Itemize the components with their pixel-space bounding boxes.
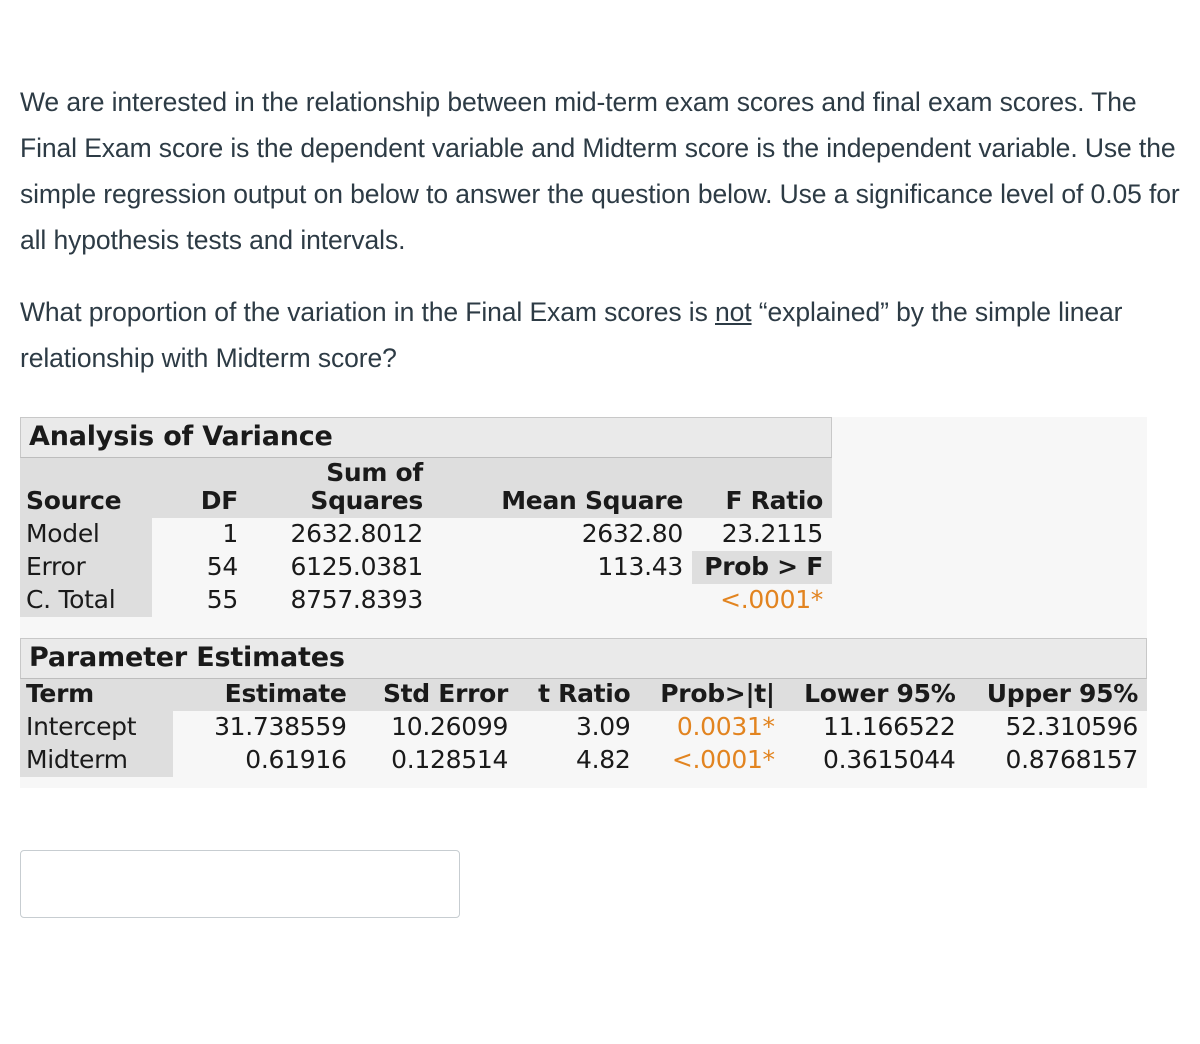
anova-row-0-source: Model (20, 518, 152, 552)
intro-paragraph: We are interested in the relationship be… (20, 86, 1180, 255)
pe-row-1-prob-t: <.0001* (671, 745, 775, 775)
question-paragraph: What proportion of the variation in the … (20, 289, 1180, 381)
answer-input[interactable] (20, 850, 460, 919)
pe-header-term: Term (20, 679, 174, 712)
pe-row-1-t-ratio: 4.82 (575, 745, 631, 775)
pe-row-1-std-error: 0.128514 (391, 745, 509, 775)
pe-row-1-term: Midterm (20, 744, 174, 778)
pe-row-0-prob-t: 0.0031* (676, 712, 775, 742)
anova-title: Analysis of Variance (20, 417, 832, 459)
anova-row-1-mean-square: 113.43 (597, 552, 683, 582)
question-text-before: What proportion of the variation in the … (20, 297, 715, 327)
anova-row-2-mean-square (432, 584, 692, 617)
pe-row-0-estimate: 31.738559 (214, 712, 347, 742)
pe-row-0-std-error: 10.26099 (391, 712, 509, 742)
pe-row-1-lower-95: 0.3615044 (823, 745, 956, 775)
anova-row-2-df: 55 (206, 585, 239, 615)
table-row: Intercept 31.738559 10.26099 3.09 0.0031… (20, 711, 1147, 745)
pe-table-spacer (20, 777, 1147, 788)
table-row: Model 1 2632.8012 2632.80 23.2115 (20, 518, 832, 552)
anova-row-2-source: C. Total (20, 584, 152, 618)
pe-row-1-upper-95: 0.8768157 (1005, 745, 1139, 775)
pe-row-0-t-ratio: 3.09 (575, 712, 631, 742)
table-row: Error 54 6125.0381 113.43 Prob > F (20, 551, 832, 585)
parameter-estimates-title: Parameter Estimates (20, 638, 1147, 680)
anova-prob-f-value: <.0001* (720, 585, 823, 615)
anova-row-1-source: Error (20, 551, 152, 585)
parameter-estimates-header-row: Term Estimate Std Error t Ratio Prob>|t|… (20, 679, 1147, 712)
anova-row-1-sum-of-squares: 6125.0381 (290, 552, 424, 582)
anova-table-spacer (20, 617, 832, 628)
anova-header-source: Source (20, 458, 152, 519)
anova-row-0-mean-square: 2632.80 (581, 519, 684, 549)
pe-header-upper-95: Upper 95% (964, 679, 1147, 712)
pe-header-t-ratio: t Ratio (517, 679, 640, 712)
table-row: Midterm 0.61916 0.128514 4.82 <.0001* 0.… (20, 744, 1147, 778)
table-row: C. Total 55 8757.8393 <.0001* (20, 584, 832, 618)
anova-header-row: Source DF Sum of Squares Mean Square F R… (20, 458, 832, 519)
anova-row-2-sum-of-squares: 8757.8393 (290, 585, 424, 615)
pe-header-std-error: Std Error (355, 679, 518, 712)
anova-row-1-df: 54 (206, 552, 239, 582)
answer-area (20, 850, 1180, 919)
pe-row-0-term: Intercept (20, 711, 174, 745)
anova-row-0-df: 1 (222, 519, 238, 549)
question-emphasis-not: not (715, 297, 752, 327)
anova-row-0-f-ratio: 23.2115 (721, 519, 824, 549)
pe-row-1-estimate: 0.61916 (245, 745, 347, 775)
parameter-estimates-table: Term Estimate Std Error t Ratio Prob>|t|… (20, 679, 1147, 788)
anova-prob-f-label: Prob > F (692, 551, 832, 585)
pe-header-estimate: Estimate (173, 679, 356, 712)
pe-row-0-lower-95: 11.166522 (823, 712, 956, 742)
anova-header-f-ratio: F Ratio (692, 458, 832, 519)
pe-row-0-upper-95: 52.310596 (1005, 712, 1139, 742)
regression-output-image: Analysis of Variance Source DF Sum of Sq… (20, 417, 1147, 789)
pe-header-prob-t: Prob>|t| (639, 679, 784, 712)
anova-header-mean-square: Mean Square (432, 458, 692, 519)
pe-header-lower-95: Lower 95% (783, 679, 965, 712)
question-page: We are interested in the relationship be… (0, 0, 1200, 1044)
anova-row-0-sum-of-squares: 2632.8012 (290, 519, 424, 549)
anova-table: Source DF Sum of Squares Mean Square F R… (20, 458, 832, 628)
anova-header-sum-of-squares: Sum of Squares (247, 458, 432, 519)
anova-header-df: DF (152, 458, 247, 519)
